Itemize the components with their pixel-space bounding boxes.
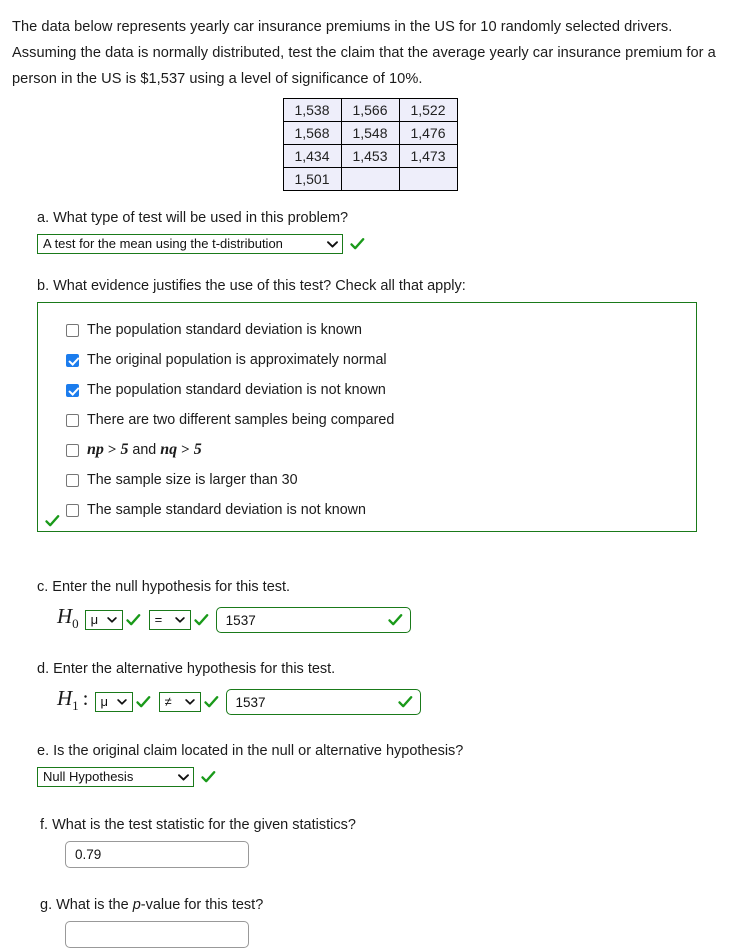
data-table-wrapper: 1,538 1,566 1,522 1,568 1,548 1,476 1,43… <box>12 98 718 191</box>
data-cell: 1,548 <box>340 121 400 145</box>
chevron-down-icon <box>106 617 118 623</box>
question-e: e. Is the original claim located in the … <box>12 741 718 788</box>
null-hypothesis-row: H0 μ = 1537 <box>37 603 718 637</box>
checkbox-row-3[interactable]: There are two different samples being co… <box>38 405 696 435</box>
null-param-select-value: μ <box>90 612 99 628</box>
data-cell: 1,501 <box>282 167 342 191</box>
data-cell: 1,522 <box>398 98 458 122</box>
checkbox-label-3: There are two different samples being co… <box>87 412 395 428</box>
checkbox-row-2[interactable]: The population standard deviation is not… <box>38 375 696 405</box>
checkbox-label-4: np > 5 and nq > 5 <box>87 441 202 458</box>
alt-hypothesis-row: H1: μ ≠ 1537 <box>37 685 718 719</box>
checkbox-pop-sd-known[interactable] <box>66 323 79 337</box>
data-cell: 1,568 <box>282 121 342 145</box>
chevron-down-icon <box>116 699 128 705</box>
checkbox-label-6: The sample standard deviation is not kno… <box>87 502 366 518</box>
question-a-label: a. What type of test will be used in thi… <box>37 210 349 226</box>
checkbox-label-2: The population standard deviation is not… <box>87 382 386 398</box>
worksheet-page: The data below represents yearly car ins… <box>0 0 730 948</box>
test-statistic-input[interactable]: 0.79 <box>65 841 249 869</box>
checkbox-two-samples[interactable] <box>66 413 79 427</box>
test-statistic-value: 0.79 <box>75 847 102 863</box>
checkbox-row-5[interactable]: The sample size is larger than 30 <box>38 465 696 495</box>
checkbox-label-5: The sample size is larger than 30 <box>87 472 298 488</box>
question-f-label: f. What is the test statistic for the gi… <box>40 817 356 834</box>
chevron-down-icon <box>327 240 338 248</box>
valid-check-icon <box>203 695 219 709</box>
question-a: a. What type of test will be used in thi… <box>12 208 718 254</box>
data-cell: 1,538 <box>282 98 342 122</box>
data-cell: 1,453 <box>340 144 400 168</box>
test-type-select-value: A test for the mean using the t-distribu… <box>43 236 283 251</box>
checkbox-row-6[interactable]: The sample standard deviation is not kno… <box>38 495 696 525</box>
claim-location-select[interactable]: Null Hypothesis <box>37 767 194 788</box>
checkbox-sample-sd-not-known[interactable] <box>66 503 79 517</box>
checkbox-orig-pop-normal[interactable] <box>66 353 79 367</box>
valid-check-icon <box>126 613 141 627</box>
alt-param-select-value: μ <box>100 694 109 710</box>
valid-check-icon <box>397 695 413 709</box>
chevron-down-icon <box>184 699 196 705</box>
checkbox-row-0[interactable]: The population standard deviation is kno… <box>38 315 696 345</box>
checkbox-label-1: The original population is approximately… <box>87 352 387 368</box>
claim-location-select-value: Null Hypothesis <box>43 769 134 785</box>
chevron-down-icon <box>174 617 186 623</box>
null-param-select[interactable]: μ <box>84 610 123 631</box>
question-f: f. What is the test statistic for the gi… <box>12 815 718 835</box>
question-b: b. What evidence justifies the use of th… <box>12 276 718 296</box>
p-value-input[interactable] <box>65 921 249 948</box>
null-hypothesis-value: 1537 <box>225 612 256 628</box>
data-cell-empty <box>340 167 400 191</box>
checkbox-row-1[interactable]: The original population is approximately… <box>38 345 696 375</box>
question-g: g. What is the p-value for this test? <box>12 895 718 915</box>
valid-check-icon <box>201 770 216 784</box>
valid-check-icon <box>388 613 403 627</box>
checkbox-sample-size-30[interactable] <box>66 473 79 487</box>
valid-check-icon <box>135 695 151 709</box>
null-hypothesis-symbol: H0 <box>57 604 79 632</box>
alt-hypothesis-value: 1537 <box>235 694 266 710</box>
alt-hypothesis-value-input[interactable]: 1537 <box>225 689 421 716</box>
null-hypothesis-value-input[interactable]: 1537 <box>215 607 411 634</box>
problem-statement: The data below represents yearly car ins… <box>12 19 716 87</box>
data-table: 1,538 1,566 1,522 1,568 1,548 1,476 1,43… <box>282 98 458 191</box>
data-cell: 1,476 <box>398 121 458 145</box>
null-operator-select[interactable]: = <box>148 610 191 631</box>
valid-check-icon <box>350 237 365 251</box>
chevron-down-icon <box>178 774 189 781</box>
question-g-label: g. What is the p-value for this test? <box>40 897 264 914</box>
checkbox-pop-sd-not-known[interactable] <box>66 383 79 397</box>
checkbox-row-4[interactable]: np > 5 and nq > 5 <box>38 435 696 465</box>
data-cell: 1,473 <box>398 144 458 168</box>
table-row: 1,434 1,453 1,473 <box>282 144 458 168</box>
question-c-label: c. Enter the null hypothesis for this te… <box>37 579 291 595</box>
question-b-label: b. What evidence justifies the use of th… <box>37 278 466 294</box>
test-type-select[interactable]: A test for the mean using the t-distribu… <box>37 234 343 254</box>
evidence-checkbox-group: The population standard deviation is kno… <box>37 302 697 532</box>
data-cell: 1,434 <box>282 144 342 168</box>
question-d: d. Enter the alternative hypothesis for … <box>12 659 718 719</box>
null-operator-select-value: = <box>154 612 163 628</box>
valid-check-icon <box>45 514 60 528</box>
alt-operator-select[interactable]: ≠ <box>158 692 201 713</box>
table-row: 1,538 1,566 1,522 <box>282 98 458 122</box>
data-cell: 1,566 <box>340 98 400 122</box>
table-row: 1,501 <box>282 167 458 191</box>
alt-operator-select-value: ≠ <box>164 694 172 710</box>
question-e-label: e. Is the original claim located in the … <box>37 743 464 760</box>
table-row: 1,568 1,548 1,476 <box>282 121 458 145</box>
data-table-body: 1,538 1,566 1,522 1,568 1,548 1,476 1,43… <box>282 98 458 191</box>
checkbox-label-0: The population standard deviation is kno… <box>87 322 362 338</box>
valid-check-icon <box>194 613 209 627</box>
alt-hypothesis-symbol: H1: <box>57 686 89 714</box>
data-cell-empty <box>398 167 458 191</box>
alt-param-select[interactable]: μ <box>94 692 133 713</box>
question-d-label: d. Enter the alternative hypothesis for … <box>37 661 336 678</box>
checkbox-np-nq[interactable] <box>66 443 79 457</box>
question-c: c. Enter the null hypothesis for this te… <box>12 577 718 637</box>
